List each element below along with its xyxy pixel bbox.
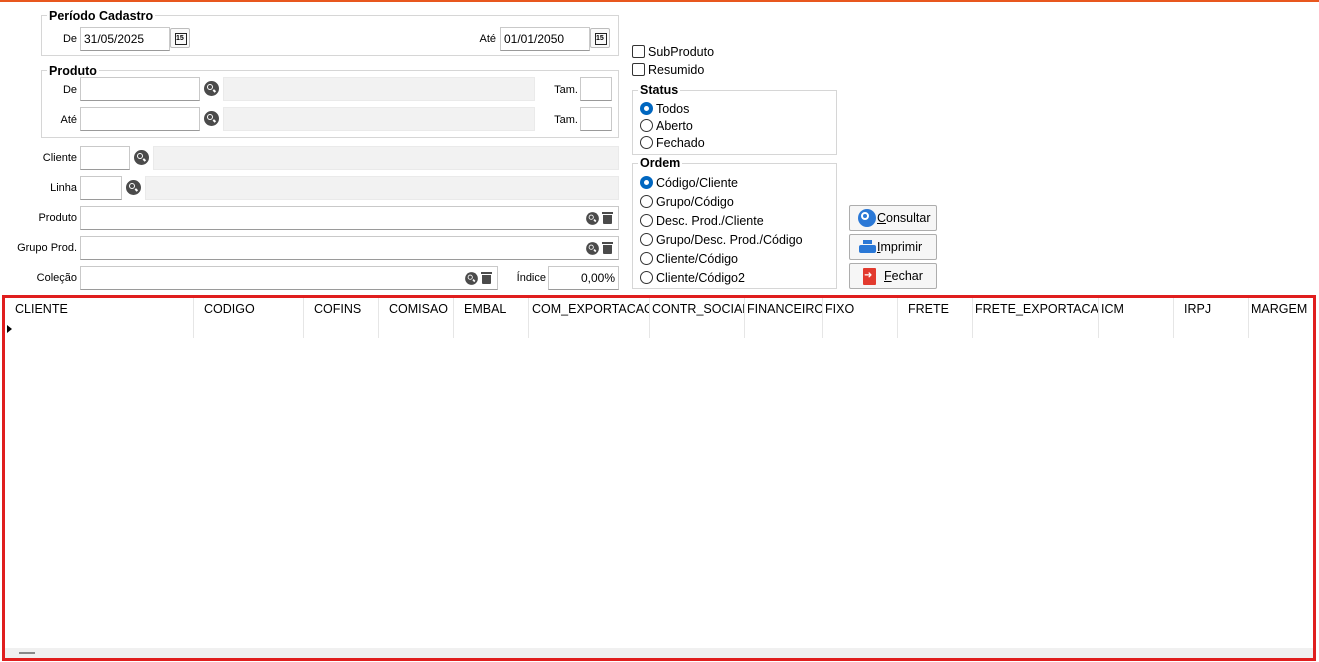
- fechar-button[interactable]: Fechar: [849, 263, 937, 289]
- ordem-option-label[interactable]: Código/Cliente: [656, 175, 738, 191]
- resumido-checkbox[interactable]: [632, 63, 645, 76]
- ordem-cliente-codigo-radio[interactable]: [640, 252, 653, 265]
- ordem-title: Ordem: [638, 156, 683, 170]
- column-header[interactable]: IRPJ: [1174, 298, 1249, 338]
- cliente-desc: [153, 146, 619, 170]
- column-header[interactable]: FINANCEIRO: [745, 298, 823, 338]
- produto-de-label: De: [62, 84, 77, 96]
- column-header[interactable]: COMISAO: [379, 298, 454, 338]
- column-header[interactable]: CODIGO: [194, 298, 304, 338]
- fechar-label: Fechar: [884, 269, 923, 283]
- imprimir-button[interactable]: Imprimir: [849, 234, 937, 260]
- trash-icon[interactable]: [481, 271, 492, 284]
- magnifier-icon[interactable]: [126, 180, 141, 195]
- imprimir-label: Imprimir: [877, 240, 923, 254]
- periodo-de-field[interactable]: 31/05/2025: [80, 27, 170, 51]
- trash-icon[interactable]: [602, 241, 613, 254]
- column-header[interactable]: FIXO: [823, 298, 898, 338]
- consultar-button[interactable]: Consultar: [849, 205, 937, 231]
- produto-de-desc: [223, 77, 535, 101]
- magnifier-icon[interactable]: [465, 272, 478, 285]
- periodo-cadastro-title: Período Cadastro: [47, 9, 156, 23]
- tam-ate-field[interactable]: [580, 107, 612, 131]
- ordem-option-label[interactable]: Grupo/Código: [656, 194, 734, 210]
- periodo-ate-field[interactable]: 01/01/2050: [500, 27, 590, 51]
- consultar-label: Consultar: [877, 211, 931, 225]
- produto-de-field[interactable]: [80, 77, 200, 101]
- trash-icon[interactable]: [602, 211, 613, 224]
- linha-desc: [145, 176, 619, 200]
- exit-icon: [863, 268, 876, 285]
- tam-ate-label: Tam.: [554, 114, 578, 126]
- tam-de-label: Tam.: [554, 84, 578, 96]
- linha-field[interactable]: [80, 176, 122, 200]
- column-header[interactable]: FRETE_EXPORTACAO: [973, 298, 1099, 338]
- tam-de-field[interactable]: [580, 77, 612, 101]
- calendar-icon[interactable]: [590, 28, 610, 48]
- magnifier-icon[interactable]: [204, 111, 219, 126]
- cliente-label: Cliente: [42, 152, 77, 164]
- linha-label: Linha: [50, 182, 77, 194]
- ordem-cliente-codigo2-radio[interactable]: [640, 271, 653, 284]
- column-header[interactable]: COFINS: [304, 298, 379, 338]
- subproduto-label[interactable]: SubProduto: [648, 44, 714, 60]
- ordem-codigo-cliente-radio[interactable]: [640, 176, 653, 189]
- indice-label: Índice: [516, 272, 546, 284]
- subproduto-checkbox[interactable]: [632, 45, 645, 58]
- magnifier-icon[interactable]: [586, 242, 599, 255]
- status-todos-label[interactable]: Todos: [656, 101, 689, 117]
- status-title: Status: [638, 83, 681, 97]
- ordem-grupo-codigo-radio[interactable]: [640, 195, 653, 208]
- results-grid[interactable]: CLIENTE CODIGO COFINS COMISAO EMBAL COM_…: [2, 295, 1316, 661]
- column-header[interactable]: MARGEM: [1249, 298, 1313, 338]
- produto-label: Produto: [38, 212, 77, 224]
- magnifier-icon[interactable]: [204, 81, 219, 96]
- ordem-option-label[interactable]: Grupo/Desc. Prod./Código: [656, 232, 803, 248]
- column-header[interactable]: COM_EXPORTACAO: [529, 298, 650, 338]
- status-aberto-label[interactable]: Aberto: [656, 118, 693, 134]
- column-header[interactable]: FRETE: [898, 298, 973, 338]
- printer-icon: [859, 239, 876, 256]
- column-header[interactable]: CLIENTE: [5, 298, 194, 338]
- ordem-desc-prod-cliente-radio[interactable]: [640, 214, 653, 227]
- indice-field[interactable]: 0,00%: [548, 266, 619, 290]
- colecao-label: Coleção: [36, 272, 77, 284]
- periodo-ate-label: Até: [479, 33, 496, 45]
- magnifier-icon[interactable]: [134, 150, 149, 165]
- magnifier-icon[interactable]: [586, 212, 599, 225]
- cliente-field[interactable]: [80, 146, 130, 170]
- column-header[interactable]: CONTR_SOCIAL: [650, 298, 745, 338]
- grupo-prod-label: Grupo Prod.: [17, 242, 77, 254]
- produto-ate-field[interactable]: [80, 107, 200, 131]
- produto-ate-label: Até: [60, 114, 77, 126]
- column-header[interactable]: ICM: [1099, 298, 1174, 338]
- calendar-icon[interactable]: [170, 28, 190, 48]
- colecao-field[interactable]: [80, 266, 498, 290]
- status-fechado-radio[interactable]: [640, 136, 653, 149]
- current-row-indicator: [7, 325, 12, 333]
- status-aberto-radio[interactable]: [640, 119, 653, 132]
- status-todos-radio[interactable]: [640, 102, 653, 115]
- status-fechado-label[interactable]: Fechado: [656, 135, 705, 151]
- produto-ate-desc: [223, 107, 535, 131]
- search-icon: [858, 209, 876, 227]
- ordem-option-label[interactable]: Desc. Prod./Cliente: [656, 213, 764, 229]
- ordem-grupo-desc-codigo-radio[interactable]: [640, 233, 653, 246]
- produto-list-field[interactable]: [80, 206, 619, 230]
- ordem-option-label[interactable]: Cliente/Código2: [656, 270, 745, 286]
- ordem-option-label[interactable]: Cliente/Código: [656, 251, 738, 267]
- horizontal-scrollbar[interactable]: [5, 648, 1313, 658]
- grupo-prod-field[interactable]: [80, 236, 619, 260]
- column-header[interactable]: EMBAL: [454, 298, 529, 338]
- periodo-de-label: De: [62, 33, 77, 45]
- produto-group-title: Produto: [47, 64, 99, 78]
- resumido-label[interactable]: Resumido: [648, 62, 704, 78]
